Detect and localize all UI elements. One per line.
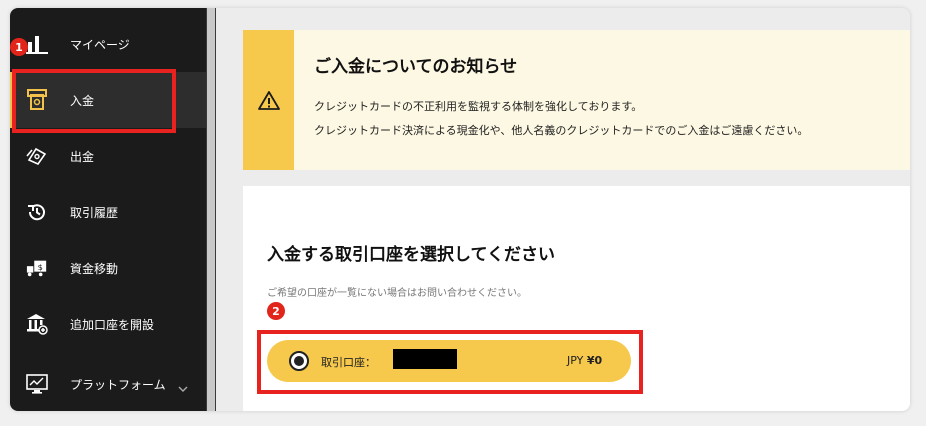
svg-text:$: $ xyxy=(38,262,43,272)
history-icon xyxy=(26,201,48,223)
sidebar-item-label: マイページ xyxy=(70,37,130,52)
monitor-chart-icon xyxy=(26,373,48,395)
sidebar-item-label: 追加口座を開設 xyxy=(70,317,155,332)
highlight-box-deposit xyxy=(12,69,176,133)
notice-strip xyxy=(243,30,294,170)
notice-text: クレジットカードの不正利用を監視する体制を強化しております。 xyxy=(314,100,643,113)
sidebar-item-transfer[interactable]: $ 資金移動 xyxy=(10,240,206,296)
sidebar-scrollbar[interactable] xyxy=(206,8,216,411)
sidebar-item-label: 取引履歴 xyxy=(70,205,119,220)
section-subtitle: ご希望の口座が一覧にない場合はお問い合わせください。 xyxy=(267,288,527,299)
step-badge-2: 2 xyxy=(267,302,285,320)
sidebar: マイページ 入金 出金 取引履歴 $ 資金移動 追加口座を開設 プラットフォーム… xyxy=(10,8,206,411)
sidebar-item-withdraw[interactable]: 出金 xyxy=(10,128,206,184)
sidebar-item-label: 資金移動 xyxy=(70,261,119,276)
sidebar-item-label: 出金 xyxy=(70,149,95,164)
notice-banner: ご入金についてのお知らせ クレジットカードの不正利用を監視する体制を強化しており… xyxy=(243,30,910,170)
sidebar-item-mypage[interactable]: マイページ xyxy=(10,16,206,72)
sidebar-item-add-account[interactable]: 追加口座を開設 xyxy=(10,296,206,352)
sidebar-item-platform[interactable]: プラットフォーム xyxy=(10,356,206,411)
chevron-down-icon xyxy=(178,378,188,397)
warning-icon xyxy=(257,91,280,110)
scrollbar-thumb[interactable] xyxy=(207,8,215,411)
account-select-card: 入金する取引口座を選択してください ご希望の口座が一覧にない場合はお問い合わせく… xyxy=(243,186,910,411)
bar-chart-icon xyxy=(26,33,48,55)
section-title: 入金する取引口座を選択してください xyxy=(267,245,555,265)
app-window: マイページ 入金 出金 取引履歴 $ 資金移動 追加口座を開設 プラットフォーム… xyxy=(10,8,910,411)
sidebar-item-history[interactable]: 取引履歴 xyxy=(10,184,206,240)
sidebar-item-label: プラットフォーム xyxy=(70,377,166,392)
notice-title: ご入金についてのお知らせ xyxy=(314,57,518,77)
bank-add-icon xyxy=(26,313,48,335)
cash-withdraw-icon xyxy=(26,145,48,167)
main-content: ご入金についてのお知らせ クレジットカードの不正利用を監視する体制を強化しており… xyxy=(216,8,910,411)
notice-text: クレジットカード決済による現金化や、他人名義のクレジットカードでのご入金はご遠慮… xyxy=(314,124,809,137)
highlight-box-account xyxy=(257,330,643,394)
step-badge-1: 1 xyxy=(10,38,28,56)
truck-transfer-icon: $ xyxy=(26,257,48,279)
